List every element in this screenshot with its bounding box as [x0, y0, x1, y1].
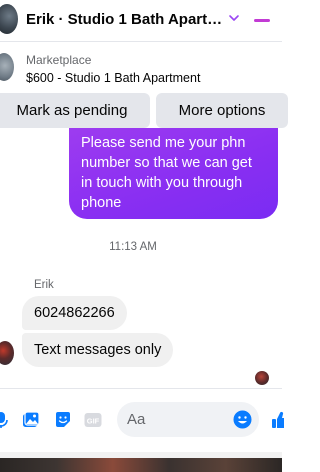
- listing-title: $600 - Studio 1 Bath Apartment: [26, 71, 201, 85]
- svg-text:GIF: GIF: [87, 417, 100, 426]
- image-icon[interactable]: [22, 411, 40, 429]
- minimize-icon[interactable]: [254, 19, 270, 22]
- more-options-button[interactable]: More options: [156, 93, 288, 128]
- chevron-down-icon[interactable]: [228, 12, 240, 24]
- outgoing-message-bubble: Please send me your phn number so that w…: [69, 128, 278, 219]
- marketplace-listing[interactable]: Marketplace $600 - Studio 1 Bath Apartme…: [0, 46, 282, 90]
- outgoing-message-line: Please send me your phn: [81, 135, 246, 151]
- mark-as-pending-button[interactable]: Mark as pending: [0, 93, 150, 128]
- sticker-icon[interactable]: [54, 411, 72, 429]
- marketplace-label: Marketplace: [26, 53, 92, 67]
- composer-divider: [0, 388, 282, 389]
- sender-name: Erik: [34, 279, 54, 291]
- background-image-strip: [0, 458, 282, 472]
- message-timestamp: 11:13 AM: [109, 241, 157, 253]
- incoming-message-bubble: Text messages only: [22, 333, 173, 367]
- chat-title[interactable]: Erik · Studio 1 Bath Apartment: [26, 11, 226, 28]
- microphone-icon[interactable]: [0, 411, 10, 429]
- outgoing-message-line: phone: [81, 195, 122, 211]
- outgoing-message-line: number so that we can get: [81, 155, 252, 171]
- gif-icon[interactable]: GIF: [84, 411, 102, 429]
- contact-avatar[interactable]: [0, 4, 18, 34]
- outgoing-message-line: in touch with you through: [81, 175, 243, 191]
- chat-header: Erik · Studio 1 Bath Apartment: [0, 0, 282, 42]
- incoming-message-bubble: 6024862266: [22, 296, 127, 330]
- sender-avatar[interactable]: [0, 341, 14, 365]
- listing-thumbnail: [0, 53, 14, 81]
- emoji-icon[interactable]: [233, 410, 252, 429]
- read-receipt-avatar: [255, 371, 269, 385]
- thumbs-up-icon[interactable]: [271, 411, 285, 429]
